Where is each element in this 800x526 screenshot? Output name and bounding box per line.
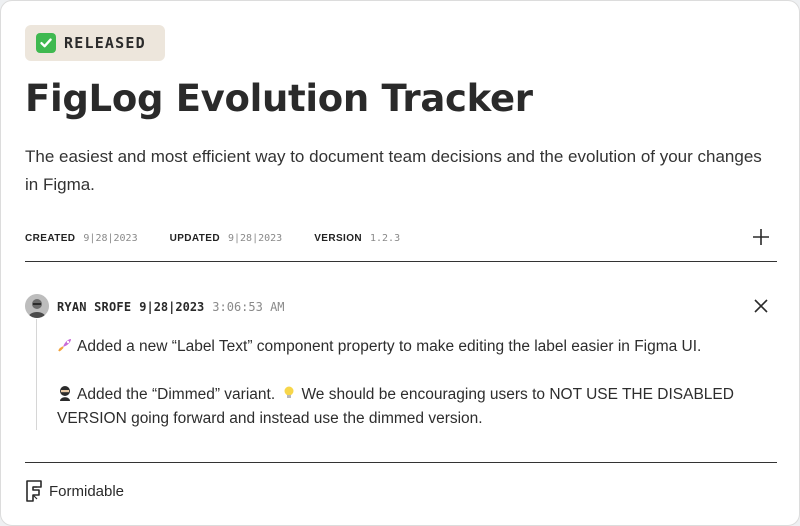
lightbulb-icon bbox=[284, 386, 294, 398]
entry-text-2a: Added the “Dimmed” variant. bbox=[77, 386, 276, 403]
entry-paragraph: Added a new “Label Text” component prope… bbox=[57, 335, 769, 359]
footer-divider bbox=[25, 462, 777, 463]
footer-brand: Formidable bbox=[49, 482, 125, 500]
close-icon bbox=[754, 299, 768, 313]
figlog-card: RELEASED FigLog Evolution Tracker The ea… bbox=[0, 0, 800, 526]
avatar bbox=[25, 294, 49, 318]
meta-version: VERSION 1.2.3 bbox=[314, 233, 400, 244]
version-label: VERSION bbox=[314, 232, 362, 244]
status-label: RELEASED bbox=[64, 34, 146, 52]
check-box-icon bbox=[36, 33, 56, 53]
footer: Formidable bbox=[25, 479, 124, 503]
entry-author: RYAN SROFE bbox=[57, 300, 132, 314]
entry-text-1: Added a new “Label Text” component prope… bbox=[77, 338, 702, 355]
delete-entry-button[interactable] bbox=[752, 297, 770, 315]
meta-updated: UPDATED 9|28|2023 bbox=[170, 233, 283, 244]
page-title: FigLog Evolution Tracker bbox=[25, 77, 533, 120]
entry-body[interactable]: Added a new “Label Text” component prope… bbox=[57, 335, 769, 455]
status-badge: RELEASED bbox=[25, 25, 165, 61]
created-label: CREATED bbox=[25, 232, 76, 244]
entry-header: RYAN SROFE 9|28|2023 3:06:53 AM bbox=[57, 298, 285, 316]
ninja-icon bbox=[60, 386, 70, 401]
rocket-icon bbox=[58, 339, 71, 352]
updated-label: UPDATED bbox=[169, 232, 220, 244]
add-entry-button[interactable] bbox=[749, 225, 773, 249]
header-divider bbox=[25, 261, 777, 262]
version-value: 1.2.3 bbox=[370, 232, 401, 244]
entry-time: 3:06:53 AM bbox=[212, 300, 285, 314]
entry-date: 9|28|2023 bbox=[139, 300, 205, 314]
meta-row: CREATED 9|28|2023 UPDATED 9|28|2023 VERS… bbox=[25, 229, 432, 247]
updated-value: 9|28|2023 bbox=[228, 232, 283, 244]
entry-paragraph: Added the “Dimmed” variant. We should be… bbox=[57, 383, 769, 431]
thread-line bbox=[36, 319, 37, 430]
formidable-logo-icon bbox=[26, 480, 42, 502]
plus-icon bbox=[753, 229, 769, 245]
created-value: 9|28|2023 bbox=[83, 232, 138, 244]
meta-created: CREATED 9|28|2023 bbox=[25, 233, 138, 244]
description: The easiest and most efficient way to do… bbox=[25, 147, 762, 194]
